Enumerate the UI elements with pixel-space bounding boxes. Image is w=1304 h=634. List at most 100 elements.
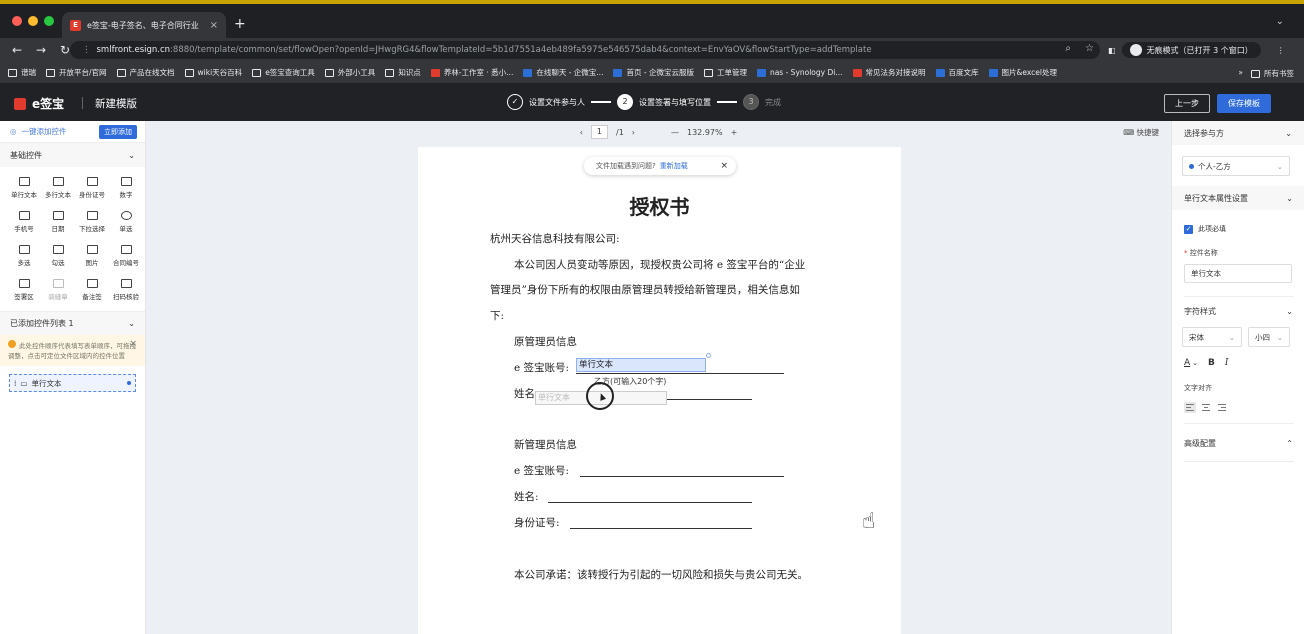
bookmark-item[interactable]: 外部小工具 bbox=[324, 67, 375, 78]
close-icon[interactable]: × bbox=[129, 339, 137, 349]
more-bookmarks-button[interactable]: » bbox=[1238, 68, 1243, 79]
font-color-button[interactable]: A bbox=[1184, 358, 1190, 368]
next-page-button[interactable]: › bbox=[632, 128, 635, 137]
control-label: 手机号 bbox=[14, 225, 34, 233]
control-multi-select[interactable]: 多选 bbox=[8, 245, 40, 267]
bookmark-star-icon[interactable]: ☆ bbox=[1085, 43, 1094, 54]
minimize-window-button[interactable] bbox=[28, 16, 38, 26]
control-multi-line-text[interactable]: 多行文本 bbox=[42, 177, 74, 199]
zoom-in-button[interactable]: + bbox=[731, 128, 738, 137]
advanced-config-header[interactable]: 高级配置 ⌃ bbox=[1172, 431, 1304, 455]
basic-controls-header[interactable]: 基础控件 ⌄ bbox=[0, 143, 145, 167]
font-size-select[interactable]: 小四 ⌄ bbox=[1248, 327, 1290, 347]
side-panel-icon[interactable]: ◧ bbox=[1108, 46, 1116, 55]
shortcut-button[interactable]: ⌨ 快捷键 bbox=[1123, 127, 1159, 138]
bookmark-item[interactable]: wiki天谷百科 bbox=[184, 67, 242, 78]
chevron-down-icon[interactable]: ⌄ bbox=[1192, 359, 1198, 367]
required-checkbox[interactable]: ✓ 此项必填 bbox=[1184, 224, 1226, 234]
bookmark-item[interactable]: 知识点 bbox=[385, 67, 421, 78]
quick-add-button[interactable]: 立即添加 bbox=[99, 124, 137, 139]
site-info-icon[interactable]: ⋮ bbox=[82, 45, 91, 55]
bookmark-item[interactable]: 首页 - 企微宝云服版 bbox=[613, 67, 694, 78]
control-number[interactable]: 数字 bbox=[110, 177, 142, 199]
close-window-button[interactable] bbox=[12, 16, 22, 26]
align-left-icon[interactable] bbox=[1184, 402, 1196, 413]
align-right-icon[interactable] bbox=[1216, 402, 1228, 413]
drag-handle-icon[interactable]: ⁞ bbox=[14, 379, 16, 388]
props-header[interactable]: 单行文本属性设置 ⌄ bbox=[1172, 186, 1304, 210]
document-page[interactable]: 文件加载遇到问题? 重新加载 × 授权书 杭州天谷信息科技有限公司: 本公司因人… bbox=[418, 147, 901, 634]
chevron-down-icon: ⌄ bbox=[1285, 128, 1292, 138]
divider bbox=[1184, 461, 1294, 462]
control-radio[interactable]: 单选 bbox=[110, 211, 142, 233]
participant-select[interactable]: 个人-乙方 ⌄ bbox=[1182, 156, 1290, 176]
address-bar[interactable]: ⋮ smlfront.esign.cn :8880/template/commo… bbox=[70, 41, 1100, 59]
tab-close-icon[interactable]: × bbox=[210, 20, 218, 31]
maximize-window-button[interactable] bbox=[44, 16, 54, 26]
forward-button[interactable]: → bbox=[34, 43, 48, 57]
control-label: 多选 bbox=[17, 259, 31, 267]
bookmark-item[interactable]: 在线聊天 - 企微宝... bbox=[523, 67, 603, 78]
control-name-label: * 控件名称 bbox=[1184, 249, 1218, 257]
back-button[interactable]: ← bbox=[10, 43, 24, 57]
zoom-icon[interactable]: ⌕ bbox=[1065, 43, 1071, 54]
prev-page-button[interactable]: ‹ bbox=[580, 128, 583, 137]
control-qr-verify[interactable]: 扫码核验 bbox=[110, 279, 142, 301]
bookmark-item[interactable]: e签宝查询工具 bbox=[252, 67, 315, 78]
control-checkbox[interactable]: 勾选 bbox=[42, 245, 74, 267]
prev-step-button[interactable]: 上一步 bbox=[1164, 94, 1210, 113]
browser-menu-icon[interactable]: ⋮ bbox=[1277, 46, 1285, 55]
single-line-text-field[interactable]: 单行文本 bbox=[576, 358, 706, 372]
folder-icon bbox=[1251, 69, 1260, 78]
folder-icon bbox=[324, 68, 334, 77]
font-style-title: 字符样式 bbox=[1184, 306, 1216, 316]
align-center-icon[interactable] bbox=[1200, 402, 1212, 413]
tab-search-chevron-icon[interactable]: ⌄ bbox=[1276, 16, 1284, 27]
participant-header[interactable]: 选择参与方 ⌄ bbox=[1172, 121, 1304, 145]
control-contract-number[interactable]: 合同编号 bbox=[110, 245, 142, 267]
controls-panel: ◎ 一键添加控件 立即添加 基础控件 ⌄ 单行文本 多行文本 身份证号 数字 手… bbox=[0, 121, 146, 634]
incognito-indicator[interactable]: ◧ 无痕模式（已打开 3 个窗口） ⋮ bbox=[1108, 41, 1285, 59]
step-3-indicator: 3 bbox=[743, 94, 759, 110]
close-icon[interactable]: × bbox=[720, 161, 728, 171]
added-controls-header[interactable]: 已添加控件列表 1 ⌄ bbox=[0, 311, 145, 335]
control-label: 数字 bbox=[119, 191, 133, 199]
resize-handle[interactable] bbox=[706, 353, 711, 358]
step-2-indicator: 2 bbox=[617, 94, 633, 110]
all-bookmarks-button[interactable]: 所有书签 bbox=[1251, 68, 1294, 79]
new-tab-button[interactable]: + bbox=[234, 16, 246, 32]
control-date[interactable]: 日期 bbox=[42, 211, 74, 233]
italic-button[interactable]: I bbox=[1225, 358, 1229, 368]
reload-link[interactable]: 重新加载 bbox=[660, 161, 688, 171]
esign-logo[interactable]: e签宝 bbox=[14, 95, 64, 112]
page-number-input[interactable]: 1 bbox=[590, 125, 608, 139]
bookmark-item[interactable]: 产品在线文档 bbox=[116, 67, 175, 78]
browser-tab[interactable]: E e签宝-电子签名、电子合同行业 × bbox=[62, 12, 226, 38]
control-sign-area[interactable]: 签署区 bbox=[8, 279, 40, 301]
control-single-line-text[interactable]: 单行文本 bbox=[8, 177, 40, 199]
control-phone[interactable]: 手机号 bbox=[8, 211, 40, 233]
remark-sign-icon bbox=[86, 279, 98, 288]
font-style-header[interactable]: 字符样式 ⌄ bbox=[1172, 299, 1304, 323]
control-remark-sign[interactable]: 备注签 bbox=[76, 279, 108, 301]
save-template-button[interactable]: 保存模板 bbox=[1217, 94, 1271, 113]
divider bbox=[1184, 423, 1294, 424]
font-family-select[interactable]: 宋体 ⌄ bbox=[1182, 327, 1242, 347]
bookmark-item[interactable]: 工单管理 bbox=[703, 67, 747, 78]
control-image[interactable]: 图片 bbox=[76, 245, 108, 267]
tab-title: e签宝-电子签名、电子合同行业 bbox=[87, 20, 199, 30]
added-control-item[interactable]: ⁞ ▭ 单行文本 bbox=[9, 374, 136, 392]
control-id-card[interactable]: 身份证号 bbox=[76, 177, 108, 199]
bookmark-item[interactable]: 谱瑞 bbox=[8, 67, 36, 78]
control-name-input[interactable]: 单行文本 bbox=[1184, 264, 1292, 283]
bookmark-item[interactable]: 常见法务对接说明 bbox=[852, 67, 926, 78]
bookmark-item[interactable]: 图片&excel处理 bbox=[988, 67, 1057, 78]
canvas-toolbar: ‹ 1 /1 › — 132.97% + bbox=[146, 121, 1171, 143]
bookmark-item[interactable]: 养林-工作室 · 悉小... bbox=[430, 67, 513, 78]
bookmark-item[interactable]: nas - Synology Di... bbox=[756, 68, 843, 77]
bold-button[interactable]: B bbox=[1208, 358, 1215, 368]
bookmark-item[interactable]: 百度文库 bbox=[935, 67, 979, 78]
control-dropdown[interactable]: 下拉选择 bbox=[76, 211, 108, 233]
zoom-out-button[interactable]: — bbox=[671, 128, 679, 137]
bookmark-item[interactable]: 开放平台/官网 bbox=[46, 67, 107, 78]
